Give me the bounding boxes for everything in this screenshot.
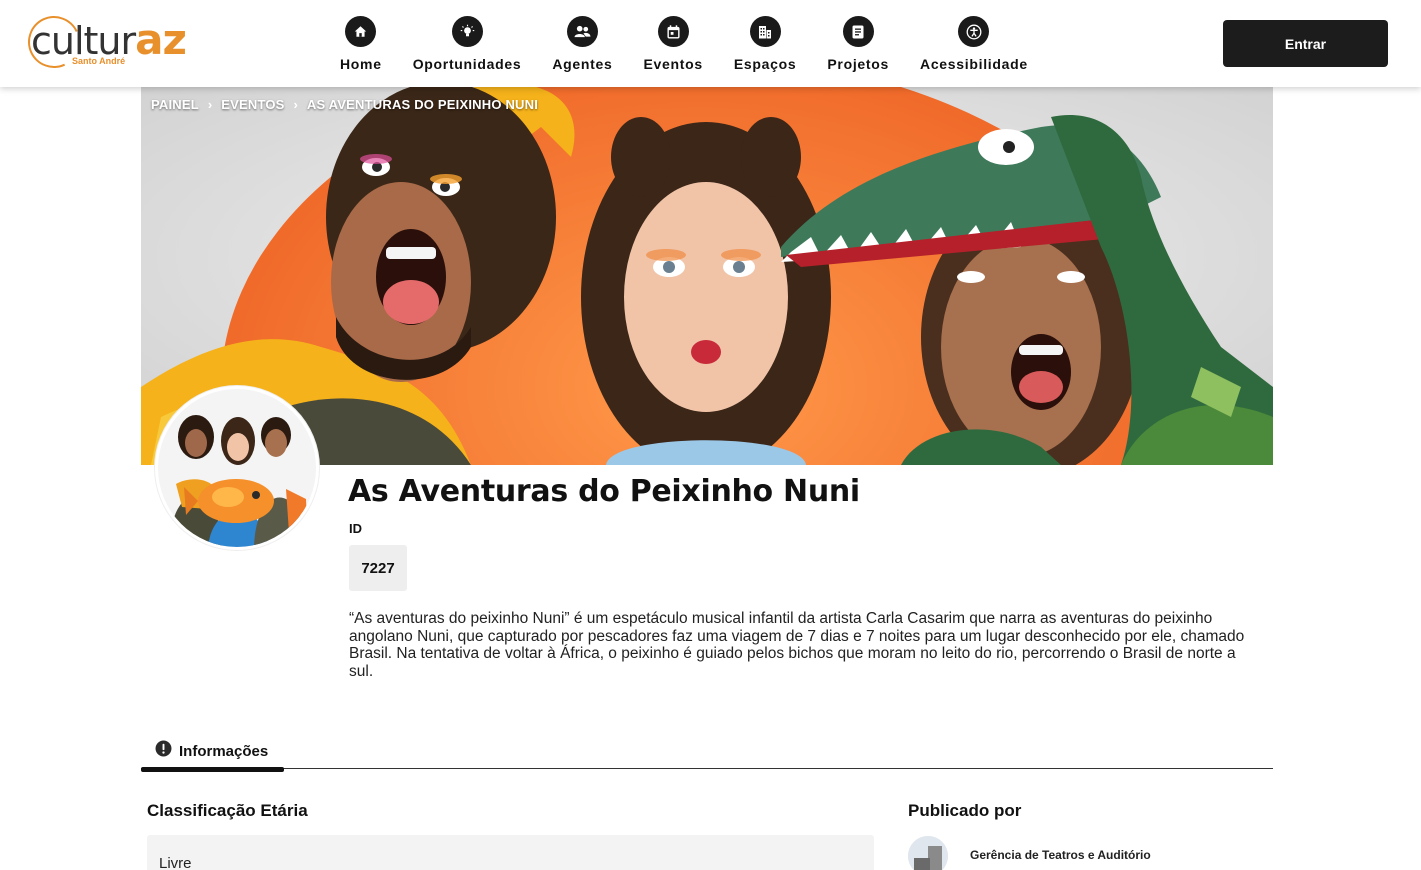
event-banner: PAINEL › EVENTOS › AS AVENTURAS DO PEIXI… <box>141 87 1273 465</box>
id-label: ID <box>349 521 362 536</box>
nav-label-oportunidades: Oportunidades <box>412 56 522 72</box>
info-icon <box>155 740 172 762</box>
classification-title: Classificação Etária <box>147 801 308 820</box>
nav-home[interactable]: Home <box>340 16 382 76</box>
users-icon <box>566 16 598 47</box>
publisher-name-link[interactable]: Gerência de Teatros e Auditório <box>970 848 1151 862</box>
building-icon <box>749 16 781 47</box>
nav-label-eventos: Eventos <box>643 56 703 72</box>
tab-label-informacoes: Informações <box>179 742 269 760</box>
culturaz-logo[interactable]: culturaz Santo André <box>20 8 188 76</box>
breadcrumb-eventos[interactable]: EVENTOS <box>221 97 284 112</box>
home-icon <box>345 16 377 47</box>
banner-photo <box>141 87 1273 465</box>
event-description: “As aventuras do peixinho Nuni” é um esp… <box>349 610 1245 680</box>
lightbulb-icon <box>451 16 483 47</box>
breadcrumb-current: AS AVENTURAS DO PEIXINHO NUNI <box>306 97 539 112</box>
published-by-title: Publicado por <box>908 801 1022 820</box>
tab-informacoes[interactable]: Informações <box>141 733 284 772</box>
nav-oportunidades[interactable]: Oportunidades <box>413 16 522 76</box>
nav-label-agentes: Agentes <box>552 56 613 72</box>
nav-espacos[interactable]: Espaços <box>734 16 797 76</box>
event-title: As Aventuras do Peixinho Nuni <box>348 474 860 509</box>
nav-eventos[interactable]: Eventos <box>644 16 703 76</box>
classification-box: Livre <box>147 835 874 870</box>
avatar-photo <box>158 389 316 547</box>
main-nav: Home Oportunidades Agentes Eventos Espaç… <box>340 16 1059 76</box>
calendar-icon <box>657 16 689 47</box>
nav-projetos[interactable]: Projetos <box>827 16 889 76</box>
chevron-right-icon: › <box>293 97 298 112</box>
login-button[interactable]: Entrar <box>1223 20 1388 67</box>
tab-bar: Informações <box>141 733 1273 772</box>
event-avatar <box>155 386 319 550</box>
event-id-badge: 7227 <box>349 545 407 591</box>
classification-value: Livre <box>159 855 192 870</box>
nav-agentes[interactable]: Agentes <box>552 16 612 76</box>
breadcrumb: PAINEL › EVENTOS › AS AVENTURAS DO PEIXI… <box>151 97 538 112</box>
nav-label-espacos: Espaços <box>733 56 797 72</box>
accessibility-icon <box>958 16 990 47</box>
publisher-avatar-image <box>908 836 948 870</box>
active-tab-indicator <box>141 767 284 772</box>
logo-subtitle: Santo André <box>72 56 126 66</box>
breadcrumb-painel[interactable]: PAINEL <box>151 97 199 112</box>
top-header: culturaz Santo André Home Oportunidades … <box>0 0 1421 87</box>
nav-acessibilidade[interactable]: Acessibilidade <box>920 16 1028 76</box>
nav-label-home: Home <box>340 56 382 72</box>
nav-label-projetos: Projetos <box>827 56 890 72</box>
chevron-right-icon: › <box>207 97 213 112</box>
publisher-avatar[interactable] <box>908 836 948 870</box>
clipboard-icon <box>842 16 874 47</box>
nav-label-acessibilidade: Acessibilidade <box>920 56 1028 72</box>
